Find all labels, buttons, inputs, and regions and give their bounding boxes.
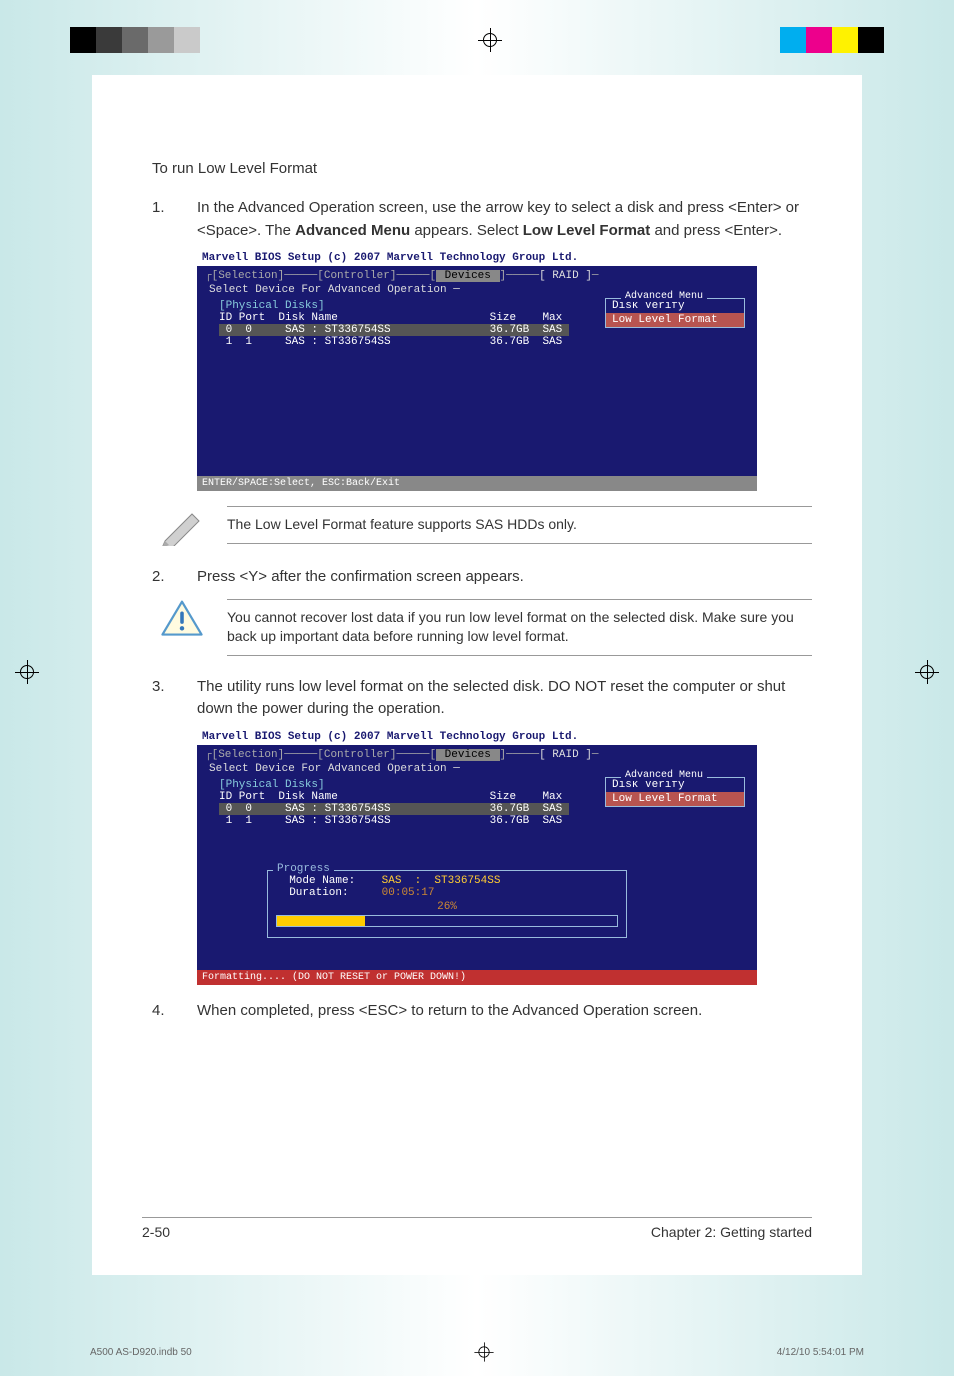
progress-fill xyxy=(277,916,365,926)
registration-mark-right-icon xyxy=(915,660,939,684)
chapter-label: Chapter 2: Getting started xyxy=(651,1224,812,1240)
step-text: When completed, press <ESC> to return to… xyxy=(197,1000,812,1023)
bios-footer-warning: Formatting.... (DO NOT RESET or POWER DO… xyxy=(197,970,757,985)
menu-item-low-level-format: Low Level Format xyxy=(606,313,744,327)
step-text: In the Advanced Operation screen, use th… xyxy=(197,197,812,242)
step-4: 4. When completed, press <ESC> to return… xyxy=(142,1000,812,1023)
menu-title: Advanced Menu xyxy=(621,291,707,302)
pencil-icon xyxy=(157,506,207,546)
bios-title: Marvell BIOS Setup (c) 2007 Marvell Tech… xyxy=(197,250,757,266)
progress-bar xyxy=(276,915,618,927)
page-content: To run Low Level Format 1. In the Advanc… xyxy=(92,75,862,1275)
step-number: 1. xyxy=(152,197,197,242)
warning-icon xyxy=(157,599,207,639)
swatches-right xyxy=(780,27,884,53)
page-background: To run Low Level Format 1. In the Advanc… xyxy=(0,0,954,1376)
swatches-left xyxy=(70,27,200,53)
step-3: 3. The utility runs low level format on … xyxy=(142,676,812,721)
print-file-label: A500 AS-D920.indb 50 xyxy=(90,1347,192,1358)
step-number: 2. xyxy=(152,566,197,589)
bios-footer-hint: ENTER/SPACE:Select, ESC:Back/Exit xyxy=(197,476,757,491)
bios-screenshot-2: Marvell BIOS Setup (c) 2007 Marvell Tech… xyxy=(197,729,757,985)
print-timestamp: 4/12/10 5:54:01 PM xyxy=(777,1347,864,1358)
bios-tabs: ┌[Selection]─────[Controller]─────[ Devi… xyxy=(205,749,749,761)
advanced-menu-popup: Advanced Menu Disk Verify Low Level Form… xyxy=(605,298,745,328)
step-number: 4. xyxy=(152,1000,197,1023)
advanced-menu-popup: Advanced Menu Disk Verify Low Level Form… xyxy=(605,777,745,807)
step-number: 3. xyxy=(152,676,197,721)
registration-mark-left-icon xyxy=(15,660,39,684)
bios-tabs: ┌[Selection]─────[Controller]─────[ Devi… xyxy=(205,270,749,282)
print-marks-top xyxy=(0,20,954,60)
bios-title: Marvell BIOS Setup (c) 2007 Marvell Tech… xyxy=(197,729,757,745)
registration-mark-bottom-icon xyxy=(475,1342,494,1361)
step-text: Press <Y> after the confirmation screen … xyxy=(197,566,812,589)
section-heading: To run Low Level Format xyxy=(152,160,812,177)
progress-percent: 26% xyxy=(276,901,618,913)
step-2: 2. Press <Y> after the confirmation scre… xyxy=(142,566,812,589)
progress-title: Progress xyxy=(273,863,334,875)
progress-dialog: Progress Mode Name: SAS : ST336754SS Dur… xyxy=(267,870,627,938)
step-1: 1. In the Advanced Operation screen, use… xyxy=(142,197,812,242)
print-footer: A500 AS-D920.indb 50 4/12/10 5:54:01 PM xyxy=(90,1340,864,1364)
note-text: You cannot recover lost data if you run … xyxy=(227,599,812,656)
menu-item-low-level-format: Low Level Format xyxy=(606,792,744,806)
note-warning: You cannot recover lost data if you run … xyxy=(157,599,812,656)
note-text: The Low Level Format feature supports SA… xyxy=(227,506,812,544)
menu-title: Advanced Menu xyxy=(621,770,707,781)
registration-mark-icon xyxy=(478,28,502,52)
page-footer: 2-50 Chapter 2: Getting started xyxy=(142,1217,812,1240)
note-info: The Low Level Format feature supports SA… xyxy=(157,506,812,546)
bios-disk-row-1: 1 1 SAS : ST336754SS 36.7GB SAS xyxy=(219,815,749,827)
bios-disk-row-1: 1 1 SAS : ST336754SS 36.7GB SAS xyxy=(219,336,749,348)
progress-duration: Duration: 00:05:17 xyxy=(276,887,618,899)
step-text: The utility runs low level format on the… xyxy=(197,676,812,721)
page-number: 2-50 xyxy=(142,1224,170,1240)
progress-mode: Mode Name: SAS : ST336754SS xyxy=(276,875,618,887)
bios-screenshot-1: Marvell BIOS Setup (c) 2007 Marvell Tech… xyxy=(197,250,757,491)
